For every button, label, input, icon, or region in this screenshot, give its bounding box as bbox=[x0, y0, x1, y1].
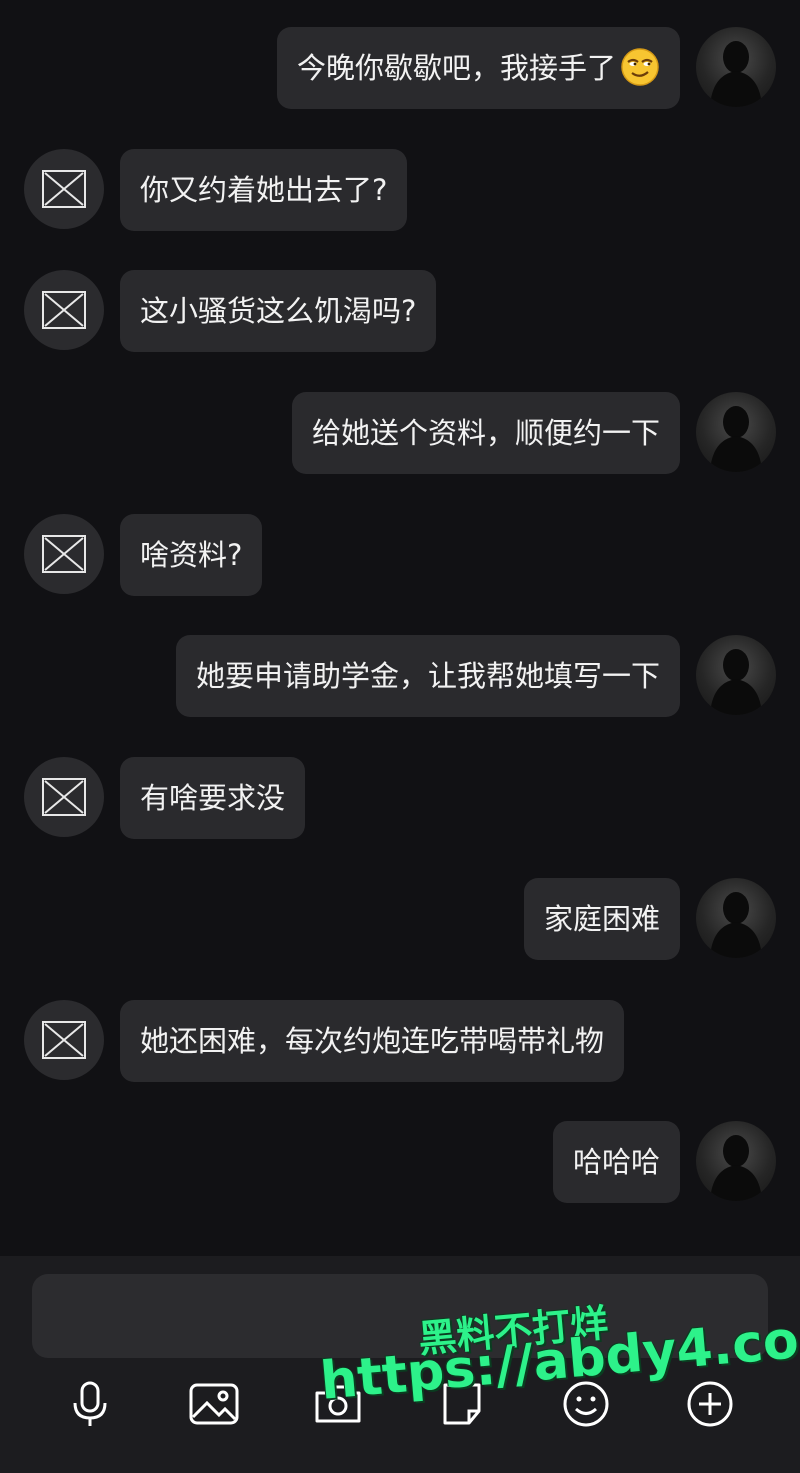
sticker-button[interactable] bbox=[434, 1376, 490, 1432]
sticker-icon bbox=[443, 1383, 481, 1425]
message-input[interactable] bbox=[32, 1274, 768, 1358]
camera-button[interactable] bbox=[310, 1376, 366, 1432]
chat-screen: 今晚你歇歇吧，我接手了 你又约着她出去了? 这小骚货这么饥渴吗? 给她送个资料，… bbox=[0, 0, 800, 1473]
message-text: 哈哈哈 bbox=[572, 1145, 660, 1179]
avatar-self[interactable] bbox=[696, 878, 776, 958]
envelope-x-icon bbox=[42, 1021, 86, 1059]
compose-bar bbox=[0, 1256, 800, 1473]
emoji-button[interactable] bbox=[558, 1376, 614, 1432]
message-bubble-outgoing[interactable]: 她要申请助学金，让我帮她填写一下 bbox=[175, 635, 680, 717]
avatar-self[interactable] bbox=[696, 635, 776, 715]
microphone-button[interactable] bbox=[62, 1376, 118, 1432]
hooded-figure-icon bbox=[710, 406, 762, 472]
message-row-incoming: 有啥要求没 bbox=[0, 757, 800, 839]
avatar-self[interactable] bbox=[696, 27, 776, 107]
avatar-contact[interactable] bbox=[24, 270, 104, 350]
emoji-icon bbox=[563, 1381, 609, 1427]
image-icon bbox=[189, 1383, 239, 1425]
message-text: 啥资料? bbox=[140, 538, 243, 572]
message-bubble-incoming[interactable]: 她还困难，每次约炮连吃带喝带礼物 bbox=[120, 1000, 625, 1082]
message-text: 她要申请助学金，让我帮她填写一下 bbox=[195, 659, 660, 693]
hooded-figure-icon bbox=[710, 1135, 762, 1201]
plus-button[interactable] bbox=[682, 1376, 738, 1432]
message-row-incoming: 啥资料? bbox=[0, 514, 800, 596]
smirk-emoji-icon bbox=[621, 48, 659, 86]
message-bubble-incoming[interactable]: 你又约着她出去了? bbox=[120, 149, 408, 231]
avatar-contact[interactable] bbox=[24, 514, 104, 594]
message-row-incoming: 她还困难，每次约炮连吃带喝带礼物 bbox=[0, 1000, 800, 1082]
message-row-outgoing: 她要申请助学金，让我帮她填写一下 bbox=[0, 635, 800, 717]
hooded-figure-icon bbox=[710, 892, 762, 958]
hooded-figure-icon bbox=[710, 649, 762, 715]
message-text: 她还困难，每次约炮连吃带喝带礼物 bbox=[140, 1024, 605, 1058]
message-row-outgoing: 家庭困难 bbox=[0, 878, 800, 960]
message-bubble-incoming[interactable]: 啥资料? bbox=[120, 514, 263, 596]
envelope-x-icon bbox=[42, 291, 86, 329]
plus-icon bbox=[687, 1381, 733, 1427]
avatar-self[interactable] bbox=[696, 1121, 776, 1201]
message-bubble-incoming[interactable]: 有啥要求没 bbox=[120, 757, 306, 839]
message-bubble-outgoing[interactable]: 今晚你歇歇吧，我接手了 bbox=[276, 27, 680, 109]
message-row-outgoing: 哈哈哈 bbox=[0, 1121, 800, 1203]
message-row-incoming: 你又约着她出去了? bbox=[0, 149, 800, 231]
envelope-x-icon bbox=[42, 778, 86, 816]
message-row-incoming: 这小骚货这么饥渴吗? bbox=[0, 270, 800, 352]
message-row-outgoing: 今晚你歇歇吧，我接手了 bbox=[0, 27, 800, 109]
message-bubble-outgoing[interactable]: 给她送个资料，顺便约一下 bbox=[291, 392, 680, 474]
message-text: 这小骚货这么饥渴吗? bbox=[140, 294, 417, 328]
message-bubble-outgoing[interactable]: 家庭困难 bbox=[523, 878, 680, 960]
avatar-contact[interactable] bbox=[24, 1000, 104, 1080]
avatar-self[interactable] bbox=[696, 392, 776, 472]
message-text: 给她送个资料，顺便约一下 bbox=[311, 416, 660, 450]
avatar-contact[interactable] bbox=[24, 757, 104, 837]
message-text: 你又约着她出去了? bbox=[140, 173, 388, 207]
message-text: 有啥要求没 bbox=[140, 781, 286, 815]
avatar-contact[interactable] bbox=[24, 149, 104, 229]
message-bubble-outgoing[interactable]: 哈哈哈 bbox=[552, 1121, 680, 1203]
microphone-icon bbox=[73, 1381, 107, 1426]
message-text: 今晚你歇歇吧，我接手了 bbox=[296, 51, 616, 85]
envelope-x-icon bbox=[42, 535, 86, 573]
envelope-x-icon bbox=[42, 170, 86, 208]
camera-icon bbox=[315, 1385, 361, 1423]
message-text: 家庭困难 bbox=[543, 902, 660, 936]
message-thread[interactable]: 今晚你歇歇吧，我接手了 你又约着她出去了? 这小骚货这么饥渴吗? 给她送个资料，… bbox=[0, 0, 800, 1256]
message-row-outgoing: 给她送个资料，顺便约一下 bbox=[0, 392, 800, 474]
image-button[interactable] bbox=[186, 1376, 242, 1432]
hooded-figure-icon bbox=[710, 41, 762, 107]
message-bubble-incoming[interactable]: 这小骚货这么饥渴吗? bbox=[120, 270, 437, 352]
